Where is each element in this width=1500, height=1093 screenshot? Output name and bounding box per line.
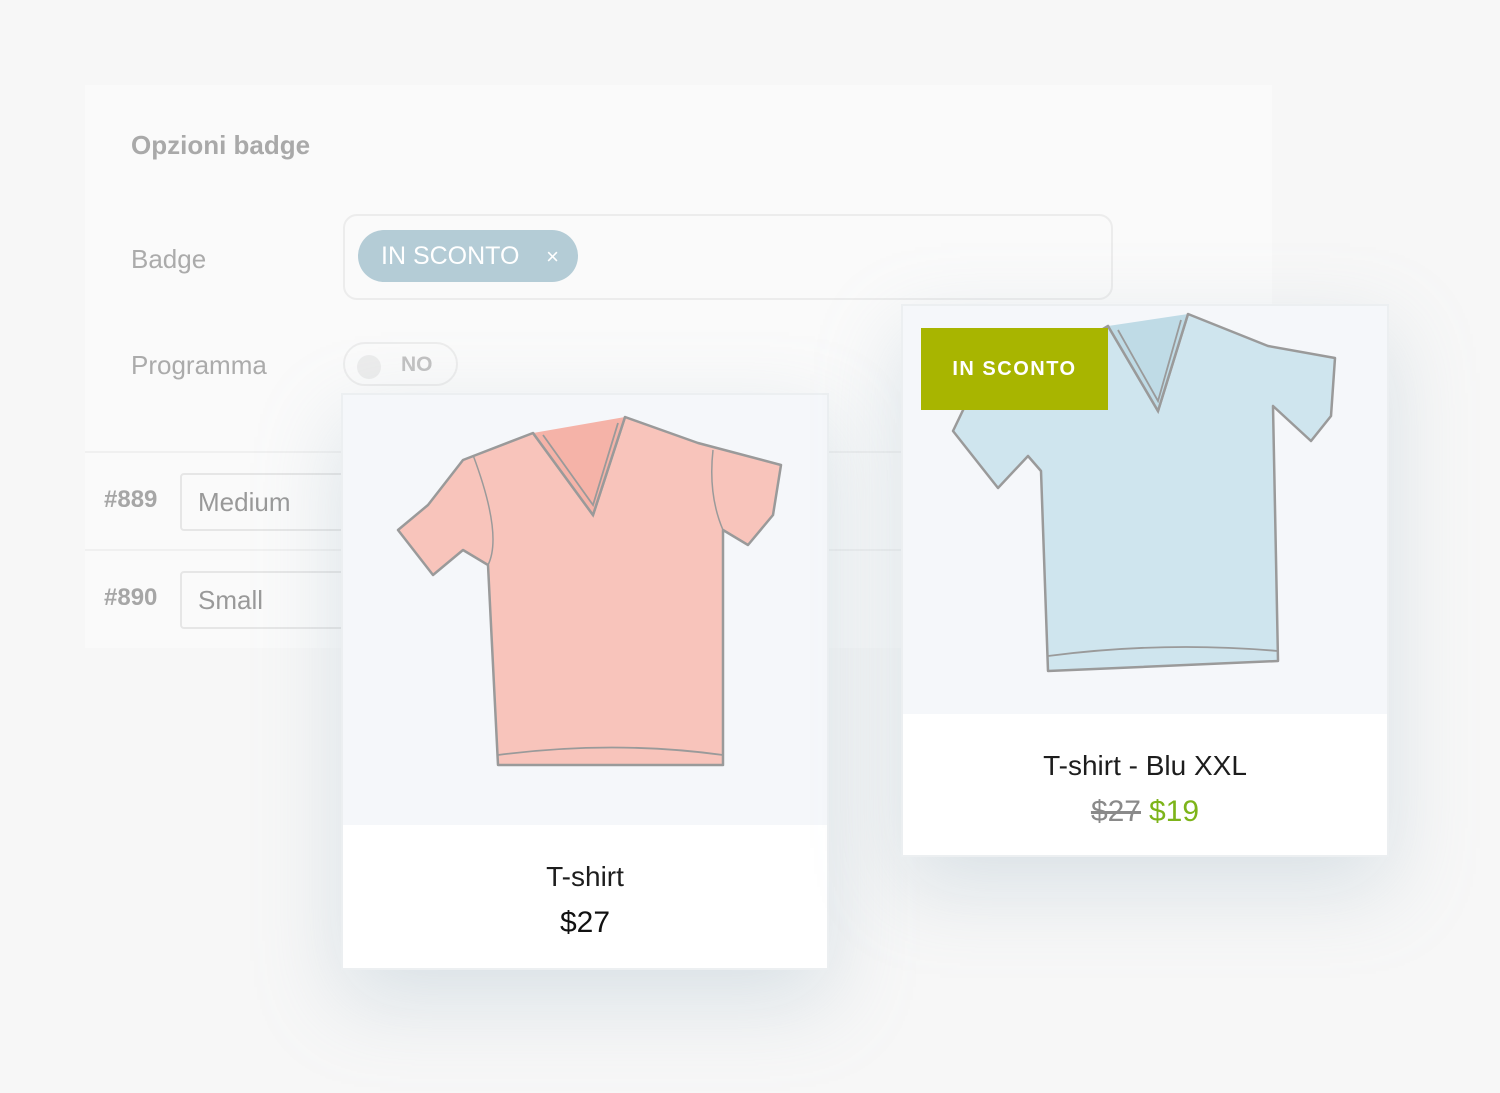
product-title[interactable]: T-shirt [343,861,827,893]
sale-price: $19 [1149,795,1200,828]
schedule-toggle[interactable]: NO [343,342,458,386]
product-image [343,395,827,825]
close-icon[interactable]: × [546,244,559,270]
badge-label: Badge [131,244,207,274]
sale-badge: IN SCONTO [921,328,1108,410]
product-price: $27 [559,906,611,939]
product-title[interactable]: T-shirt - Blu XXL [903,750,1387,782]
tshirt-pink-icon [396,415,783,767]
toggle-state: NO [401,353,433,376]
product-card[interactable]: T-shirt $27 [341,393,829,970]
badge-tag-label: IN SCONTO [381,241,520,270]
badge-tag: IN SCONTO × [358,230,578,282]
variation-id: #889 [104,486,158,513]
product-price: $27 $19 [903,795,1387,829]
panel-title: Opzioni badge [131,130,311,160]
regular-price: $27 [1090,795,1141,828]
toggle-knob [357,355,381,379]
product-card[interactable]: IN SCONTO T-shirt - Blu XXL $27 $19 [901,304,1389,857]
variation-id: #890 [104,584,158,611]
schedule-label: Programma [131,350,267,380]
